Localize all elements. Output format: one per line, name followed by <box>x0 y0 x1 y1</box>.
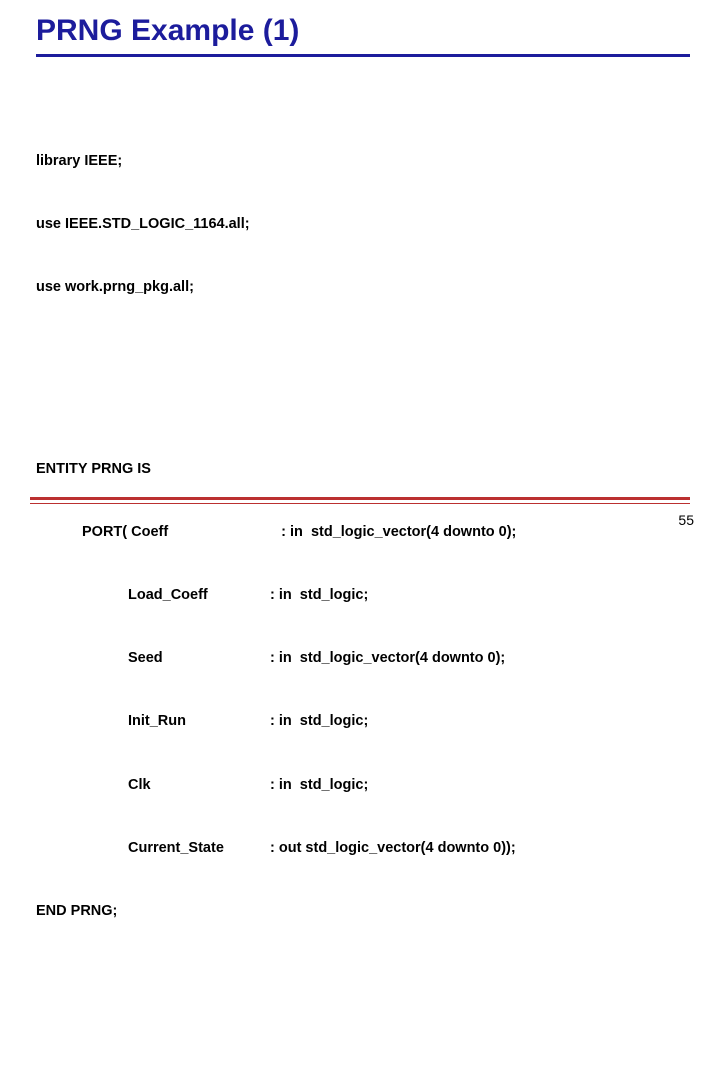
title-underline <box>36 54 690 57</box>
port-decl: : in std_logic_vector(4 downto 0); <box>281 522 516 543</box>
entity-head: ENTITY PRNG IS <box>36 459 690 480</box>
lib-line: library IEEE; <box>36 151 690 172</box>
port-decl: : out std_logic_vector(4 downto 0)); <box>270 838 516 859</box>
lib-line: use IEEE.STD_LOGIC_1164.all; <box>36 214 690 235</box>
libraries-block: library IEEE; use IEEE.STD_LOGIC_1164.al… <box>36 109 690 340</box>
port-decl: : in std_logic_vector(4 downto 0); <box>270 648 505 669</box>
footer-rule <box>30 497 690 504</box>
slide-title: PRNG Example (1) <box>36 14 690 48</box>
entity-end: END PRNG; <box>36 901 690 922</box>
port-name: Load_Coeff <box>128 585 270 606</box>
port-row: Init_Run : in std_logic; <box>36 711 690 732</box>
port-decl: : in std_logic; <box>270 711 368 732</box>
port-row: Current_State : out std_logic_vector(4 d… <box>36 838 690 859</box>
port-name: Current_State <box>128 838 270 859</box>
lib-line: use work.prng_pkg.all; <box>36 277 690 298</box>
page-number: 55 <box>678 512 694 528</box>
port-name: Coeff <box>131 522 281 543</box>
port-name: Seed <box>128 648 270 669</box>
port-decl: : in std_logic; <box>270 775 368 796</box>
port-name: Init_Run <box>128 711 270 732</box>
port-decl: : in std_logic; <box>270 585 368 606</box>
port-row: Clk : in std_logic; <box>36 775 690 796</box>
port-keyword: PORT( <box>82 522 131 543</box>
port-name: Clk <box>128 775 270 796</box>
port-row: Load_Coeff : in std_logic; <box>36 585 690 606</box>
port-row: Seed : in std_logic_vector(4 downto 0); <box>36 648 690 669</box>
port-row: PORT( Coeff : in std_logic_vector(4 down… <box>36 522 690 543</box>
architecture-block: ARCHITECTURE mixed OF PRNG is signal And… <box>36 1041 690 1080</box>
